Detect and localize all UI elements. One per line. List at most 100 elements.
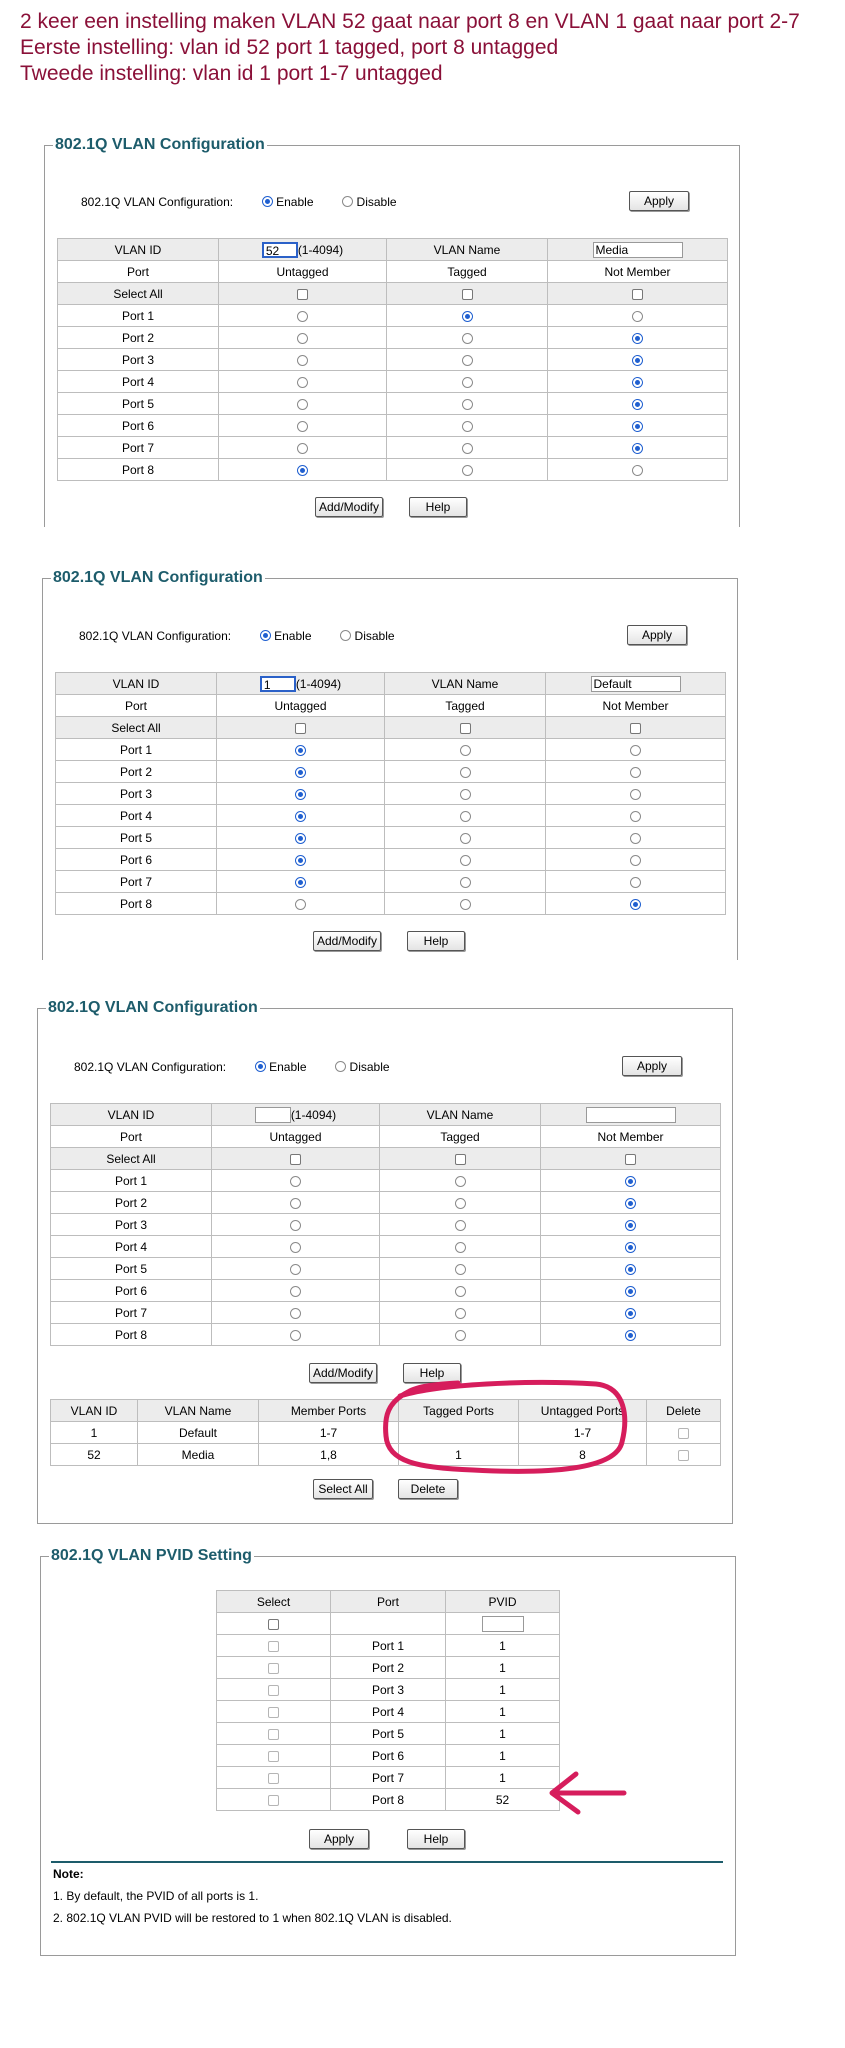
tagged-radio[interactable] (459, 876, 471, 888)
not-member-radio[interactable] (630, 766, 641, 778)
not-member-radio[interactable] (632, 376, 643, 388)
not-member-radio[interactable] (630, 832, 641, 844)
add-modify-button[interactable]: Add/Modify (309, 1363, 377, 1383)
vlan-id-input[interactable] (254, 1106, 291, 1123)
enable-radio[interactable] (259, 630, 271, 642)
pvid-row-checkbox[interactable] (268, 1640, 279, 1652)
untagged-radio[interactable] (297, 398, 308, 410)
not-member-radio[interactable] (630, 876, 641, 888)
help-button[interactable]: Help (409, 497, 467, 517)
tagged-radio[interactable] (461, 442, 473, 454)
tagged-radio[interactable] (454, 1175, 466, 1187)
select-all-not-member-checkbox[interactable] (630, 722, 641, 734)
tagged-radio[interactable] (459, 788, 471, 800)
tagged-radio[interactable] (454, 1329, 466, 1341)
vlan-id-input[interactable]: 52 (261, 241, 298, 258)
untagged-radio[interactable] (290, 1285, 301, 1297)
select-all-tagged-checkbox[interactable] (459, 722, 471, 734)
vlan-id-input[interactable]: 1 (259, 675, 296, 692)
pvid-row-checkbox[interactable] (268, 1794, 279, 1806)
not-member-radio[interactable] (625, 1307, 636, 1319)
untagged-radio[interactable] (295, 876, 306, 888)
not-member-radio[interactable] (632, 464, 643, 476)
select-all-tagged-checkbox[interactable] (461, 288, 473, 300)
pvid-apply-button[interactable]: Apply (309, 1829, 369, 1849)
tagged-radio[interactable] (459, 766, 471, 778)
tagged-radio[interactable] (461, 310, 473, 322)
tagged-radio[interactable] (461, 332, 473, 344)
untagged-radio[interactable] (295, 744, 306, 756)
disable-radio[interactable] (340, 630, 352, 642)
delete-button[interactable]: Delete (398, 1479, 458, 1499)
vlan-name-input[interactable] (585, 1106, 676, 1123)
not-member-radio[interactable] (625, 1197, 636, 1209)
tagged-radio[interactable] (454, 1197, 466, 1209)
not-member-radio[interactable] (630, 744, 641, 756)
tagged-radio[interactable] (454, 1263, 466, 1275)
tagged-radio[interactable] (459, 832, 471, 844)
not-member-radio[interactable] (630, 810, 641, 822)
tagged-radio[interactable] (454, 1307, 466, 1319)
untagged-radio[interactable] (290, 1307, 301, 1319)
untagged-radio[interactable] (290, 1197, 301, 1209)
not-member-radio[interactable] (632, 332, 643, 344)
not-member-radio[interactable] (625, 1241, 636, 1253)
untagged-radio[interactable] (290, 1175, 301, 1187)
tagged-radio[interactable] (459, 744, 471, 756)
pvid-row-checkbox[interactable] (268, 1706, 279, 1718)
not-member-radio[interactable] (625, 1329, 636, 1341)
tagged-radio[interactable] (461, 354, 473, 366)
not-member-radio[interactable] (630, 854, 641, 866)
tagged-radio[interactable] (461, 464, 473, 476)
untagged-radio[interactable] (297, 354, 308, 366)
pvid-row-checkbox[interactable] (268, 1684, 279, 1696)
disable-radio[interactable] (342, 196, 354, 208)
add-modify-button[interactable]: Add/Modify (315, 497, 383, 517)
not-member-radio[interactable] (632, 420, 643, 432)
select-all-tagged-checkbox[interactable] (454, 1153, 466, 1165)
delete-checkbox[interactable] (678, 1427, 689, 1439)
tagged-radio[interactable] (454, 1241, 466, 1253)
tagged-radio[interactable] (454, 1285, 466, 1297)
untagged-radio[interactable] (295, 766, 306, 778)
untagged-radio[interactable] (297, 464, 308, 476)
select-all-untagged-checkbox[interactable] (295, 722, 306, 734)
select-all-not-member-checkbox[interactable] (625, 1153, 636, 1165)
untagged-radio[interactable] (297, 376, 308, 388)
select-all-untagged-checkbox[interactable] (297, 288, 308, 300)
tagged-radio[interactable] (459, 810, 471, 822)
tagged-radio[interactable] (459, 854, 471, 866)
untagged-radio[interactable] (297, 310, 308, 322)
apply-button[interactable]: Apply (622, 1056, 682, 1076)
tagged-radio[interactable] (459, 898, 471, 910)
delete-checkbox[interactable] (678, 1449, 689, 1461)
disable-radio[interactable] (335, 1061, 347, 1073)
pvid-input[interactable] (481, 1615, 524, 1632)
pvid-select-all-checkbox[interactable] (268, 1618, 279, 1630)
not-member-radio[interactable] (630, 788, 641, 800)
untagged-radio[interactable] (290, 1329, 301, 1341)
untagged-radio[interactable] (297, 332, 308, 344)
not-member-radio[interactable] (632, 398, 643, 410)
untagged-radio[interactable] (290, 1219, 301, 1231)
tagged-radio[interactable] (461, 420, 473, 432)
untagged-radio[interactable] (295, 788, 306, 800)
help-button[interactable]: Help (407, 931, 465, 951)
enable-radio[interactable] (261, 196, 273, 208)
apply-button[interactable]: Apply (627, 625, 687, 645)
untagged-radio[interactable] (295, 810, 306, 822)
pvid-row-checkbox[interactable] (268, 1772, 279, 1784)
not-member-radio[interactable] (632, 442, 643, 454)
not-member-radio[interactable] (632, 354, 643, 366)
apply-button[interactable]: Apply (629, 191, 689, 211)
not-member-radio[interactable] (625, 1285, 636, 1297)
tagged-radio[interactable] (461, 376, 473, 388)
add-modify-button[interactable]: Add/Modify (313, 931, 381, 951)
tagged-radio[interactable] (461, 398, 473, 410)
not-member-radio[interactable] (632, 310, 643, 322)
untagged-radio[interactable] (295, 854, 306, 866)
untagged-radio[interactable] (297, 420, 308, 432)
pvid-row-checkbox[interactable] (268, 1662, 279, 1674)
not-member-radio[interactable] (630, 898, 641, 910)
select-all-not-member-checkbox[interactable] (632, 288, 643, 300)
